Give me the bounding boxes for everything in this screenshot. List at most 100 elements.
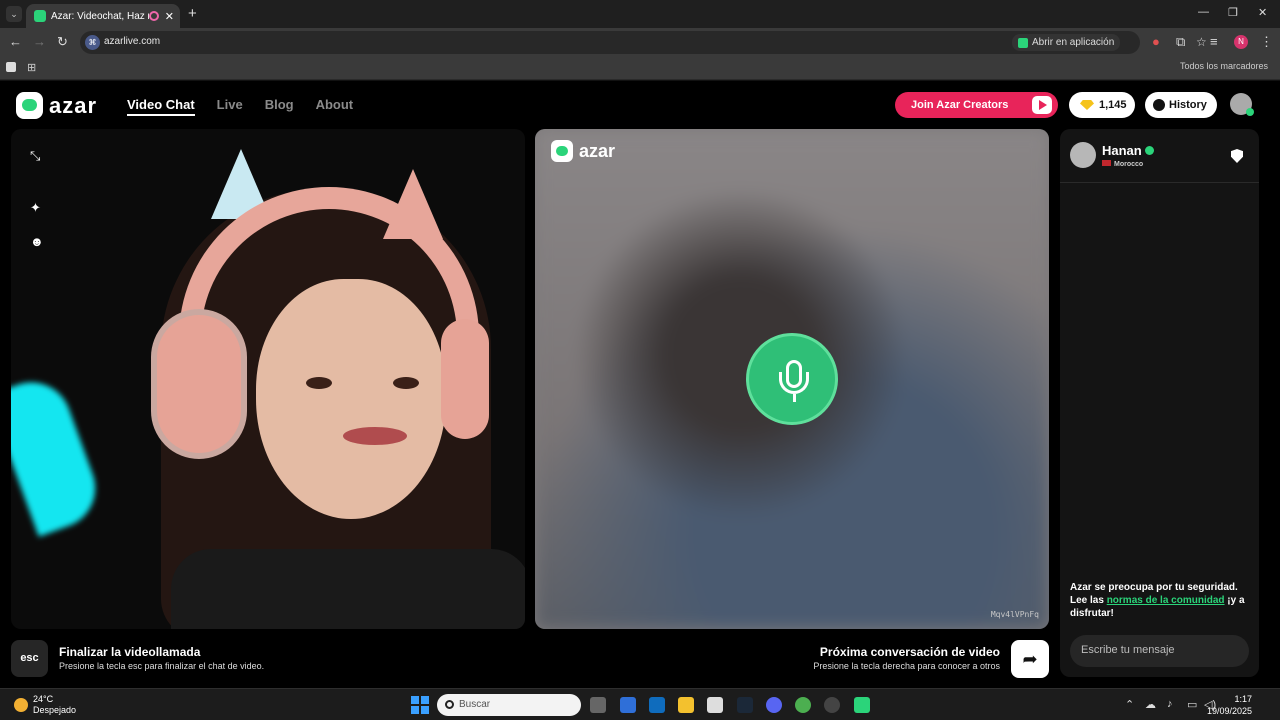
minimize-icon[interactable]: — bbox=[1198, 6, 1209, 18]
microphone-tray-icon[interactable]: ♪ bbox=[1167, 698, 1173, 710]
profile-avatar[interactable]: N bbox=[1234, 35, 1248, 49]
system-clock[interactable]: 1:17 19/09/2025 bbox=[1207, 693, 1252, 717]
history-button[interactable]: History bbox=[1145, 92, 1217, 118]
partner-avatar[interactable] bbox=[1070, 142, 1096, 168]
azar-logo-mark-icon bbox=[16, 92, 43, 119]
windows-start-icon[interactable] bbox=[411, 696, 429, 714]
message-input[interactable]: Escribe tu mensaje bbox=[1070, 635, 1249, 667]
azar-logo-mark-icon bbox=[551, 140, 573, 162]
network-icon[interactable]: ▭ bbox=[1187, 698, 1197, 711]
face-filter-icon[interactable]: ☻ bbox=[30, 235, 44, 249]
headphone-cup-shape bbox=[441, 319, 489, 439]
remote-video: azar Mqv4lVPnFq bbox=[535, 129, 1049, 629]
browser-tab[interactable]: Azar: Videochat, Haz nueva ✕ bbox=[26, 4, 180, 28]
extensions-puzzle-icon[interactable]: ⧉ bbox=[1176, 34, 1185, 50]
online-status-icon bbox=[1246, 108, 1254, 116]
window-close-icon[interactable]: ✕ bbox=[1258, 6, 1267, 19]
media-control-icon[interactable]: ≡ bbox=[1210, 34, 1218, 49]
address-bar[interactable]: ⌘ azarlive.com Abrir en aplicación ☆ bbox=[80, 31, 1207, 54]
azar-favicon-icon bbox=[34, 10, 46, 22]
next-chat-button[interactable]: ➦ bbox=[1011, 640, 1049, 678]
back-arrow-icon[interactable]: ← bbox=[9, 34, 22, 49]
shirt-shape bbox=[171, 549, 525, 629]
obs-icon[interactable] bbox=[824, 697, 840, 713]
store-icon[interactable] bbox=[620, 697, 636, 713]
bookmarks-bar: ⊞ Todos los marcadores bbox=[0, 56, 1280, 80]
report-shield-icon[interactable] bbox=[1231, 149, 1243, 163]
restore-icon[interactable]: ❐ bbox=[1228, 6, 1238, 19]
task-view-icon[interactable] bbox=[590, 697, 606, 713]
discord-icon[interactable] bbox=[766, 697, 782, 713]
nav-live[interactable]: Live bbox=[217, 97, 243, 116]
gems-count: 1,145 bbox=[1099, 99, 1127, 111]
tab-search-button[interactable]: ⌄ bbox=[6, 6, 22, 22]
reload-icon[interactable]: ↻ bbox=[57, 34, 68, 50]
extension-icon[interactable]: ● bbox=[1152, 34, 1160, 49]
partner-country-row: Morocco bbox=[1102, 160, 1154, 168]
search-placeholder: Buscar bbox=[459, 699, 491, 710]
app-icon[interactable] bbox=[854, 697, 870, 713]
browser-toolbar: ← → ↻ ⌘ azarlive.com Abrir en aplicación… bbox=[0, 28, 1280, 56]
apps-grid-icon[interactable]: ⊞ bbox=[27, 61, 36, 74]
tab-close-icon[interactable]: ✕ bbox=[165, 10, 174, 23]
bookmark-star-icon[interactable]: ☆ bbox=[1196, 35, 1207, 49]
windows-taskbar: 24°C Despejado Buscar ⌃ ☁ ♪ ▭ ◁) 1:17 19… bbox=[0, 688, 1280, 720]
end-call-hint: Presione la tecla esc para finalizar el … bbox=[59, 661, 265, 671]
recording-indicator-icon bbox=[148, 11, 159, 21]
app-icon bbox=[1018, 37, 1028, 48]
file-explorer-icon[interactable] bbox=[678, 697, 694, 713]
partner-country: Morocco bbox=[1114, 161, 1144, 168]
user-avatar[interactable] bbox=[1230, 93, 1254, 116]
bookmark-page-icon[interactable] bbox=[6, 62, 16, 72]
open-in-app-button[interactable]: Abrir en aplicación bbox=[1012, 34, 1121, 51]
clock-time: 1:17 bbox=[1234, 694, 1252, 704]
end-call-button[interactable]: esc bbox=[11, 640, 48, 677]
eye-shape bbox=[393, 377, 419, 389]
tray-chevron-icon[interactable]: ⌃ bbox=[1125, 698, 1134, 711]
gems-button[interactable]: 1,145 bbox=[1069, 92, 1135, 118]
mic-cup-shape bbox=[779, 372, 809, 394]
nav-blog[interactable]: Blog bbox=[265, 97, 294, 116]
community-guidelines-link[interactable]: normas de la comunidad bbox=[1107, 595, 1225, 606]
outlook-icon[interactable] bbox=[649, 697, 665, 713]
partner-info[interactable]: Hanan Morocco bbox=[1070, 142, 1154, 168]
minimize-video-icon[interactable]: ⤡ bbox=[30, 149, 44, 163]
mic-stem-shape bbox=[793, 394, 796, 402]
menu-kebab-icon[interactable]: ⋮ bbox=[1260, 34, 1273, 50]
watermark-text: azar bbox=[579, 140, 616, 161]
partner-name: Hanan bbox=[1102, 143, 1142, 158]
microphone-icon[interactable] bbox=[746, 333, 838, 425]
clock-icon bbox=[1153, 99, 1165, 111]
headphone-cup-shape bbox=[151, 309, 247, 459]
message-placeholder: Escribe tu mensaje bbox=[1081, 644, 1175, 656]
nav-video-chat[interactable]: Video Chat bbox=[127, 97, 195, 116]
onedrive-icon[interactable]: ☁ bbox=[1145, 698, 1156, 711]
sparkle-effects-icon[interactable]: ✦ bbox=[30, 201, 44, 215]
nav-about[interactable]: About bbox=[316, 97, 354, 116]
search-icon bbox=[445, 700, 454, 709]
site-info-icon[interactable]: ⌘ bbox=[85, 35, 100, 50]
steam-icon[interactable] bbox=[737, 697, 753, 713]
azar-logo[interactable]: azar bbox=[16, 92, 97, 119]
join-creators-label: Join Azar Creators bbox=[911, 99, 1009, 111]
safety-notice: Azar se preocupa por tu seguridad. Lee l… bbox=[1070, 581, 1250, 620]
cyan-light-shape bbox=[11, 371, 107, 537]
join-creators-button[interactable]: Join Azar Creators bbox=[895, 92, 1058, 118]
main-nav: Video Chat Live Blog About bbox=[127, 97, 353, 116]
clock-date: 19/09/2025 bbox=[1206, 706, 1252, 716]
all-bookmarks-link[interactable]: Todos los marcadores bbox=[1180, 61, 1268, 71]
url-text: azarlive.com bbox=[104, 36, 161, 47]
azar-page: azar Video Chat Live Blog About Join Aza… bbox=[0, 81, 1280, 688]
local-video: ⤡ ✦ ☻ bbox=[11, 129, 525, 629]
chrome-icon[interactable] bbox=[795, 697, 811, 713]
photos-icon[interactable] bbox=[707, 697, 723, 713]
weather-widget[interactable]: 24°C Despejado bbox=[14, 694, 76, 716]
user-code: Mqv4lVPnFq bbox=[990, 610, 1039, 619]
logo-text: azar bbox=[49, 92, 98, 118]
next-chat-title: Próxima conversación de video bbox=[819, 645, 1000, 659]
forward-arrow-icon[interactable]: → bbox=[33, 34, 46, 49]
browser-tab-strip: ⌄ Azar: Videochat, Haz nueva ✕ + — ❐ ✕ bbox=[0, 0, 1280, 28]
eye-shape bbox=[306, 377, 332, 389]
taskbar-search[interactable]: Buscar bbox=[437, 694, 581, 716]
new-tab-button[interactable]: + bbox=[188, 5, 197, 22]
